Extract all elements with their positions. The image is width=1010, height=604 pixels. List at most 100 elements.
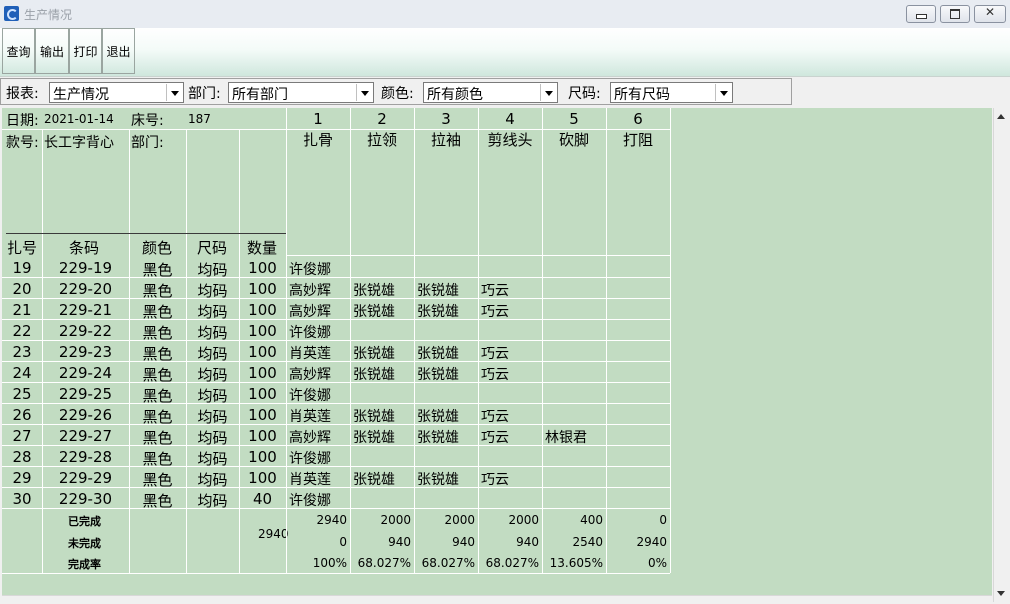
cell-size: 均码 bbox=[197, 261, 228, 279]
export-button[interactable]: 输出 bbox=[35, 28, 69, 74]
cell-size: 均码 bbox=[197, 303, 228, 321]
cell-bundle: 23 bbox=[12, 343, 32, 361]
process-name: 打阻 bbox=[622, 131, 653, 149]
cell-worker: 巧云 bbox=[481, 472, 509, 488]
cell-barcode: 229-24 bbox=[58, 364, 113, 382]
cell-qty: 100 bbox=[248, 406, 277, 424]
report-date: 2021-01-14 bbox=[44, 112, 114, 126]
cell-color: 黑色 bbox=[142, 408, 173, 426]
cell-color: 黑色 bbox=[142, 429, 173, 447]
size-select[interactable]: 所有尺码 bbox=[610, 82, 733, 103]
cell-color: 黑色 bbox=[142, 303, 173, 321]
color-select[interactable]: 所有颜色 bbox=[423, 82, 558, 103]
print-button[interactable]: 打印 bbox=[69, 28, 102, 74]
cell-worker: 林银君 bbox=[545, 430, 587, 446]
cell-bundle: 24 bbox=[12, 364, 32, 382]
cell-worker: 肖英莲 bbox=[289, 472, 331, 488]
cell-color: 黑色 bbox=[142, 492, 173, 510]
cell-qty: 100 bbox=[248, 427, 277, 445]
grid-hline bbox=[2, 403, 670, 404]
cell-size: 均码 bbox=[197, 282, 228, 300]
close-icon: ✕ bbox=[984, 5, 996, 19]
cell-size: 均码 bbox=[197, 366, 228, 384]
summary-cell: 0 bbox=[339, 535, 347, 549]
bed-label: 床号: bbox=[131, 113, 164, 129]
report-select[interactable]: 生产情况 bbox=[49, 82, 184, 103]
scroll-up-icon[interactable] bbox=[997, 114, 1005, 119]
cell-qty: 100 bbox=[248, 280, 277, 298]
cell-color: 黑色 bbox=[142, 324, 173, 342]
chevron-down-icon bbox=[540, 84, 556, 101]
cell-color: 黑色 bbox=[142, 261, 173, 279]
cell-bundle: 27 bbox=[12, 427, 32, 445]
process-number: 6 bbox=[633, 110, 643, 128]
cell-worker: 肖英莲 bbox=[289, 409, 331, 425]
cell-color: 黑色 bbox=[142, 450, 173, 468]
summary-total-qty: 2940 bbox=[258, 527, 289, 541]
cell-color: 黑色 bbox=[142, 366, 173, 384]
summary-cell: 940 bbox=[388, 535, 411, 549]
cell-qty: 40 bbox=[252, 490, 273, 508]
cell-bundle: 19 bbox=[12, 259, 32, 277]
filter-bar: 报表: 生产情况 部门: 所有部门 颜色: 所有颜色 尺码: 所有尺码 bbox=[0, 78, 792, 105]
process-name: 砍脚 bbox=[558, 131, 589, 149]
cell-worker: 巧云 bbox=[481, 304, 509, 320]
process-number: 1 bbox=[313, 110, 323, 128]
toolbar: 查询 输出 打印 退出 bbox=[0, 28, 1010, 77]
grid-hline bbox=[2, 340, 670, 341]
cell-barcode: 229-29 bbox=[58, 469, 113, 487]
summary-cell: 2000 bbox=[444, 513, 475, 527]
cell-barcode: 229-22 bbox=[58, 322, 113, 340]
cell-worker: 许俊娜 bbox=[289, 493, 331, 509]
date-label: 日期: bbox=[6, 113, 39, 129]
minimize-button[interactable] bbox=[906, 5, 936, 23]
cell-bundle: 29 bbox=[12, 469, 32, 487]
cell-worker: 张锐雄 bbox=[353, 367, 395, 383]
maximize-icon bbox=[950, 9, 960, 19]
cell-worker: 张锐雄 bbox=[353, 472, 395, 488]
summary-cell: 2000 bbox=[508, 513, 539, 527]
cell-worker: 许俊娜 bbox=[289, 262, 331, 278]
vertical-scrollbar[interactable] bbox=[993, 108, 1009, 602]
cell-worker: 张锐雄 bbox=[417, 367, 459, 383]
close-button[interactable]: ✕ bbox=[974, 5, 1006, 23]
cell-barcode: 229-25 bbox=[58, 385, 113, 403]
process-number: 3 bbox=[441, 110, 451, 128]
title-bar: 生产情况 ✕ bbox=[0, 0, 1010, 29]
process-number: 4 bbox=[505, 110, 515, 128]
process-name: 扎骨 bbox=[302, 131, 333, 149]
cell-qty: 100 bbox=[248, 469, 277, 487]
cell-barcode: 229-30 bbox=[58, 490, 113, 508]
cell-size: 均码 bbox=[197, 492, 228, 510]
cell-size: 均码 bbox=[197, 324, 228, 342]
cell-barcode: 229-21 bbox=[58, 301, 113, 319]
exit-button[interactable]: 退出 bbox=[102, 28, 135, 74]
cell-bundle: 21 bbox=[12, 301, 32, 319]
report-filter-label: 报表: bbox=[6, 86, 39, 102]
color-select-value: 所有颜色 bbox=[427, 87, 483, 103]
cell-barcode: 229-20 bbox=[58, 280, 113, 298]
cell-worker: 张锐雄 bbox=[353, 304, 395, 320]
cell-worker: 巧云 bbox=[481, 346, 509, 362]
cell-bundle: 26 bbox=[12, 406, 32, 424]
cell-worker: 许俊娜 bbox=[289, 451, 331, 467]
grid-hline bbox=[2, 424, 670, 425]
cell-worker: 张锐雄 bbox=[417, 472, 459, 488]
size-select-value: 所有尺码 bbox=[614, 87, 670, 103]
grid-hline bbox=[2, 508, 670, 509]
chevron-down-icon bbox=[715, 84, 731, 101]
dept-select[interactable]: 所有部门 bbox=[228, 82, 374, 103]
cell-worker: 高妙辉 bbox=[289, 283, 331, 299]
color-filter-label: 颜色: bbox=[381, 86, 414, 102]
query-button[interactable]: 查询 bbox=[2, 28, 35, 74]
scroll-down-icon[interactable] bbox=[997, 591, 1005, 596]
cell-worker: 巧云 bbox=[481, 283, 509, 299]
summary-cell: 13.605% bbox=[549, 556, 603, 570]
summary-cell: 0 bbox=[659, 513, 667, 527]
dept-label: 部门: bbox=[131, 135, 164, 151]
cell-worker: 巧云 bbox=[481, 430, 509, 446]
maximize-button[interactable] bbox=[940, 5, 970, 23]
cell-color: 黑色 bbox=[142, 345, 173, 363]
report-select-value: 生产情况 bbox=[53, 87, 109, 103]
style-label: 款号: bbox=[6, 135, 39, 151]
